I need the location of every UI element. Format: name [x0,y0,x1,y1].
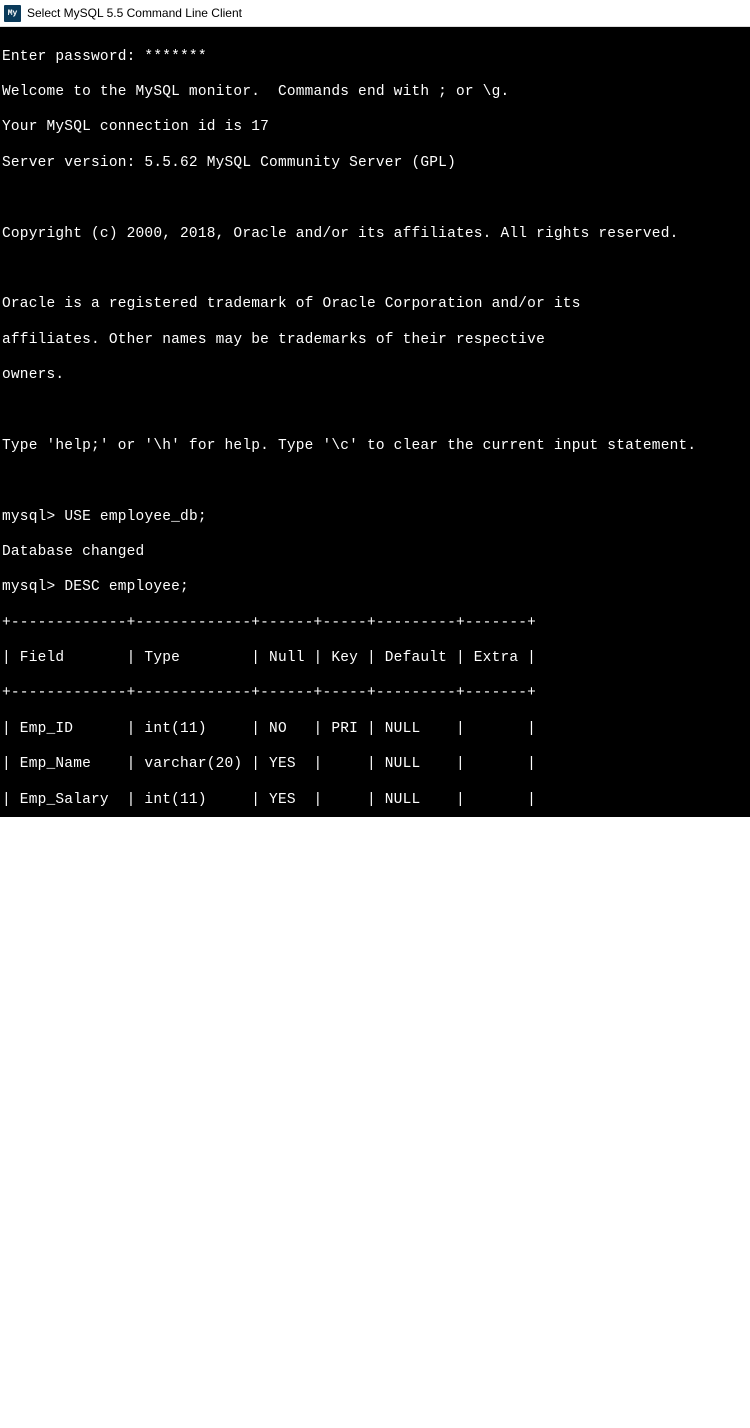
server-version-line: Server version: 5.5.62 MySQL Community S… [2,155,748,173]
welcome-line: Welcome to the MySQL monitor. Commands e… [2,84,748,102]
table-row: | Emp_City | varchar(20) | YES | | NULL … [2,862,748,880]
table-row: | Emp_Name | varchar(20) | YES | | NULL … [2,756,748,774]
app-icon: My [4,5,21,22]
sql-command: USE employee_db; [64,509,206,525]
table-border: +--------+----------+------------+------… [2,1358,748,1376]
cmd-line: mysql> SELECT *FROM employee; [2,1039,748,1057]
table-header: | Field | Type | Null | Key | Default | … [2,650,748,668]
table-header: | Emp_ID | Emp_Name | Emp_Salary | Emp_D… [2,1110,748,1128]
table-row: | 102 | Shyam | 38000 | Finance | Delhi … [2,1216,748,1234]
table-row: | Emp_ID | int(11) | NO | PRI | NULL | | [2,721,748,739]
trademark-line: Oracle is a registered trademark of Orac… [2,296,748,314]
table-row: | 101 | Ram | 52000 | R&D | Pune | 87986… [2,1181,748,1199]
table-border: +--------+----------+------------+------… [2,1145,748,1163]
password-prompt: Enter password: ******* [2,49,748,67]
rows-footer: 6 rows in set (0.07 sec) [2,968,748,986]
window-title: Select MySQL 5.5 Command Line Client [27,6,242,20]
copyright-line: Copyright (c) 2000, 2018, Oracle and/or … [2,226,748,244]
rows-footer: 5 rows in set (0.00 sec) [2,1393,748,1411]
prompt: mysql> [2,509,55,525]
blank-line [2,402,748,420]
table-row: | 103 | Anmol | 61000 | Accounting | Mum… [2,1251,748,1269]
prompt: mysql> [2,1039,55,1055]
table-row: | Emp_Salary | int(11) | YES | | NULL | … [2,792,748,810]
table-row: | Emp_PhoneNo | varchar(20) | YES | | NU… [2,898,748,916]
trademark-line: owners. [2,367,748,385]
table-row: | 104 | Abhishek | 69000 | Purchasing | … [2,1287,748,1305]
blank-line [2,190,748,208]
table-border: +-------------+-------------+------+----… [2,615,748,633]
blank-line [2,261,748,279]
help-line: Type 'help;' or '\h' for help. Type '\c'… [2,438,748,456]
blank-line [2,1004,748,1022]
table-row: | 105 | Rohit | 53000 | HRM | Ambala | 8… [2,1322,748,1340]
table-row: | Emp_Dept | varchar(20) | YES | | NULL … [2,827,748,845]
connection-id-line: Your MySQL connection id is 17 [2,119,748,137]
title-bar[interactable]: My Select MySQL 5.5 Command Line Client [0,0,750,27]
sql-command: DESC employee; [64,579,189,595]
trademark-line: affiliates. Other names may be trademark… [2,332,748,350]
db-changed-line: Database changed [2,544,748,562]
table-border: +-------------+-------------+------+----… [2,933,748,951]
blank-line [2,473,748,491]
sql-command: SELECT *FROM employee; [64,1039,260,1055]
table-border: +--------+----------+------------+------… [2,1075,748,1093]
terminal-output[interactable]: Enter password: ******* Welcome to the M… [0,27,750,817]
cmd-line: mysql> DESC employee; [2,579,748,597]
table-border: +-------------+-------------+------+----… [2,685,748,703]
prompt: mysql> [2,579,55,595]
cmd-line: mysql> USE employee_db; [2,509,748,527]
